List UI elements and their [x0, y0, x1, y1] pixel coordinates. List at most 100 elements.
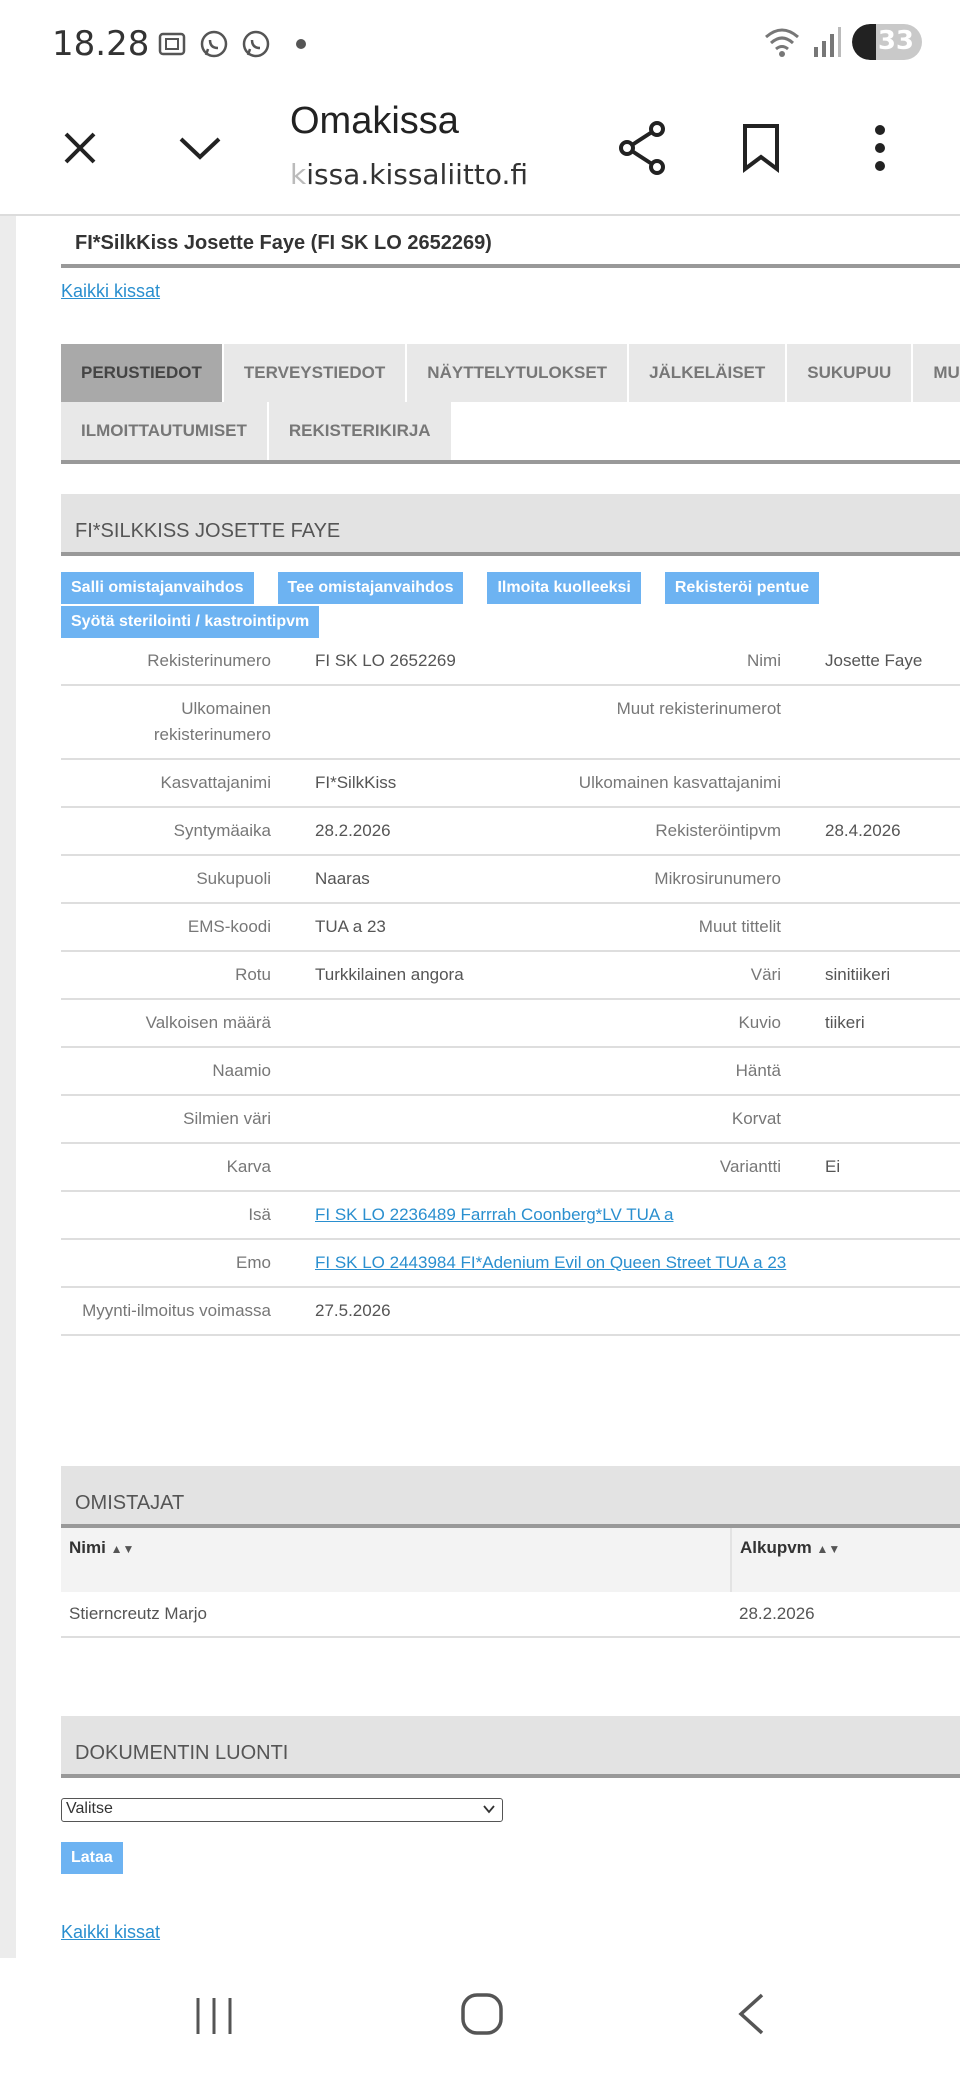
field-label: Sukupuoli	[61, 855, 271, 904]
action-button[interactable]: Salli omistajanvaihdos	[61, 572, 254, 604]
field-label: Myynti-ilmoitus voimassa	[61, 1287, 271, 1336]
field-value: Naaras	[271, 855, 571, 904]
field-label: Valkoisen määrä	[61, 999, 271, 1048]
tab-jälkeläiset[interactable]: JÄLKELÄISET	[629, 344, 788, 402]
system-nav-bar	[0, 1958, 960, 2080]
field-value: 28.2.2026	[271, 807, 571, 856]
all-cats-link[interactable]: Kaikki kissat	[61, 1922, 160, 1943]
mother-link[interactable]: FI SK LO 2443984 FI*Adenium Evil on Quee…	[315, 1253, 786, 1272]
table-row: Emo FI SK LO 2443984 FI*Adenium Evil on Q…	[61, 1239, 960, 1288]
owner-name: Stierncreutz Marjo	[61, 1592, 731, 1638]
table-row: Sukupuoli Naaras Mikrosirunumero	[61, 855, 960, 904]
browser-toolbar: Omakissa kissa.kissaliitto.fi	[0, 90, 960, 216]
field-value: Josette Faye	[781, 638, 960, 686]
table-row: Syntymäaika 28.2.2026 Rekisteröintipvm 28.4…	[61, 807, 960, 856]
owner-start-date: 28.2.2026	[731, 1592, 960, 1638]
field-value: FI SK LO 2236489 Farrrah Coonberg*LV TUA…	[271, 1191, 960, 1240]
column-header-name[interactable]: Nimi ▲▼	[61, 1528, 731, 1592]
back-icon[interactable]	[736, 1992, 766, 2041]
action-button[interactable]: Rekisteröi pentue	[664, 572, 820, 604]
table-row: Myynti-ilmoitus voimassa 27.5.2026	[61, 1287, 960, 1336]
tab-sukupuu[interactable]: SUKUPUU	[787, 344, 914, 402]
field-label: Kasvattajanimi	[61, 759, 271, 808]
whatsapp-icon	[242, 30, 270, 58]
father-link[interactable]: FI SK LO 2236489 Farrrah Coonberg*LV TUA…	[315, 1205, 673, 1224]
section-title: DOKUMENTIN LUONTI	[75, 1742, 289, 1764]
field-value	[271, 1143, 571, 1192]
field-label: Ulkomainen rekisterinumero	[61, 685, 271, 760]
field-value	[271, 1047, 571, 1096]
field-label: EMS-koodi	[61, 903, 271, 952]
table-row: Stierncreutz Marjo 28.2.2026	[61, 1592, 960, 1638]
field-label: Väri	[571, 951, 781, 1000]
field-value: Turkkilainen angora	[271, 951, 571, 1000]
home-icon[interactable]	[460, 1992, 504, 2041]
field-value	[781, 903, 960, 952]
field-label: Emo	[61, 1239, 271, 1288]
notification-icons	[156, 28, 306, 60]
tab-terveystiedot[interactable]: TERVEYSTIEDOT	[223, 344, 408, 402]
field-label: Rekisterinumero	[61, 638, 271, 686]
action-buttons: Salli omistajanvaihdos Tee omistajanvaihd…	[61, 572, 921, 640]
table-row: Valkoisen määrä Kuvio tiikeri	[61, 999, 960, 1048]
table-row: Silmien väri Korvat	[61, 1095, 960, 1144]
field-label: Muut tittelit	[571, 903, 781, 952]
tab-perustiedot[interactable]: PERUSTIEDOT	[61, 344, 224, 402]
section-title: OMISTAJAT	[75, 1492, 185, 1514]
action-button[interactable]: Tee omistajanvaihdos	[277, 572, 464, 604]
field-label: Rekisteröintipvm	[571, 807, 781, 856]
tab-muuto[interactable]: MUUTO	[913, 344, 960, 402]
field-value	[781, 685, 960, 760]
web-page: FI*SilkKiss Josette Faye (FI SK LO 26522…	[0, 216, 960, 1958]
tab-rekisterikirja[interactable]: REKISTERIKIRJA	[268, 402, 453, 460]
load-button[interactable]: Lataa	[61, 1842, 123, 1874]
bookmark-icon[interactable]	[736, 120, 786, 176]
field-value	[271, 999, 571, 1048]
table-row: Rotu Turkkilainen angora Väri sinitiikeri	[61, 951, 960, 1000]
page-title: Omakissa	[290, 100, 459, 142]
field-value	[781, 759, 960, 808]
share-icon[interactable]	[614, 120, 670, 176]
chevron-down-icon[interactable]	[176, 124, 224, 172]
whatsapp-icon	[200, 30, 228, 58]
tab-ilmoittautumiset[interactable]: ILMOITTAUTUMISET	[61, 402, 269, 460]
owners-table: Nimi ▲▼ Alkupvm ▲▼ Stierncreutz Marjo 28…	[61, 1528, 960, 1638]
chevron-down-icon	[483, 1805, 495, 1814]
field-value: FI SK LO 2652269	[271, 638, 571, 686]
more-options-icon[interactable]	[860, 120, 900, 176]
sort-icon: ▲▼	[816, 1542, 841, 1556]
tab-näyttelytulokset[interactable]: NÄYTTELYTULOKSET	[407, 344, 630, 402]
wifi-icon	[765, 28, 799, 57]
table-row: Ulkomainen rekisterinumero Muut rekisteri…	[61, 685, 960, 760]
recent-apps-icon[interactable]	[194, 1996, 234, 2041]
table-row: Karva Variantti Ei	[61, 1143, 960, 1192]
signal-icon	[814, 27, 841, 57]
all-cats-link[interactable]: Kaikki kissat	[61, 281, 160, 302]
field-value: TUA a 23	[271, 903, 571, 952]
field-value: FI SK LO 2443984 FI*Adenium Evil on Quee…	[271, 1239, 960, 1288]
document-type-select[interactable]: Valitse	[61, 1798, 503, 1822]
field-value: Ei	[781, 1143, 960, 1192]
dot-icon	[296, 39, 306, 49]
battery-level: 33	[877, 26, 914, 56]
cat-section-header: FI*SILKKISS JOSETTE FAYE	[61, 494, 960, 556]
column-header-start-date[interactable]: Alkupvm ▲▼	[730, 1528, 960, 1592]
table-row: Kasvattajanimi FI*SilkKiss Ulkomainen kasv…	[61, 759, 960, 808]
action-button[interactable]: Syötä sterilointi / kastrointipvm	[61, 606, 320, 638]
sort-icon: ▲▼	[110, 1542, 135, 1556]
field-label: Variantti	[571, 1143, 781, 1192]
tab-bar: PERUSTIEDOT TERVEYSTIEDOT NÄYTTELYTULOKSET…	[61, 344, 960, 460]
action-button[interactable]: Ilmoita kuolleeksi	[487, 572, 641, 604]
field-value	[781, 855, 960, 904]
field-label: Nimi	[571, 638, 781, 686]
field-label: Isä	[61, 1191, 271, 1240]
system-icons: 33	[762, 24, 922, 60]
field-value: 27.5.2026	[271, 1287, 960, 1336]
field-label: Syntymäaika	[61, 807, 271, 856]
close-icon[interactable]	[56, 124, 104, 172]
table-row: EMS-koodi TUA a 23 Muut tittelit	[61, 903, 960, 952]
field-label: Silmien väri	[61, 1095, 271, 1144]
section-title: FI*SILKKISS JOSETTE FAYE	[75, 520, 341, 542]
page-url[interactable]: kissa.kissaliitto.fi	[290, 158, 528, 191]
field-label: Ulkomainen kasvattajanimi	[571, 759, 781, 808]
